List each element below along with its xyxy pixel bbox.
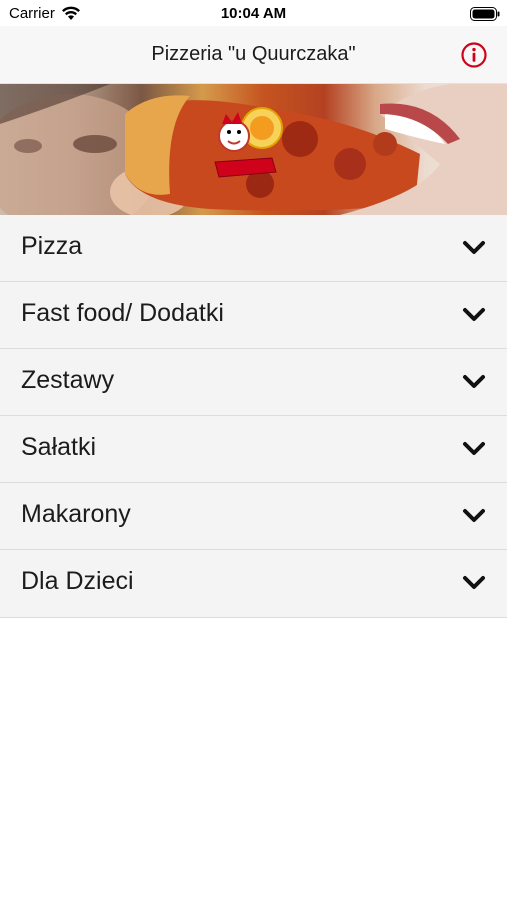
chevron-down-icon (463, 308, 485, 321)
logo-badge (214, 107, 283, 178)
banner-photo (0, 84, 507, 215)
banner-image (0, 84, 507, 215)
clock: 10:04 AM (220, 5, 287, 22)
category-list: Pizza Fast food/ Dodatki Zestawy Sałatki… (0, 215, 507, 618)
category-label: Sałatki (21, 433, 97, 461)
chevron-down-icon (463, 509, 485, 522)
category-item-pizza[interactable]: Pizza (0, 215, 507, 282)
category-item-fast-food[interactable]: Fast food/ Dodatki (0, 282, 507, 349)
battery-icon (470, 7, 500, 21)
chevron-down-icon (463, 241, 485, 254)
category-item-dla-dzieci[interactable]: Dla Dzieci (0, 550, 507, 618)
category-label: Zestawy (21, 366, 115, 394)
category-label: Pizza (21, 232, 83, 260)
chevron-down-icon (463, 576, 485, 589)
category-item-zestawy[interactable]: Zestawy (0, 349, 507, 416)
category-label: Fast food/ Dodatki (21, 299, 224, 327)
info-icon[interactable] (460, 41, 488, 69)
category-label: Dla Dzieci (21, 567, 134, 595)
chevron-down-icon (463, 442, 485, 455)
category-label: Makarony (21, 500, 131, 528)
category-item-makarony[interactable]: Makarony (0, 483, 507, 550)
navigation-bar: Pizzeria "u Quurczaka" (0, 26, 507, 84)
page-title: Pizzeria "u Quurczaka" (151, 43, 356, 65)
status-bar: Carrier 10:04 AM (0, 0, 507, 26)
category-item-salatki[interactable]: Sałatki (0, 416, 507, 483)
chevron-down-icon (463, 375, 485, 388)
